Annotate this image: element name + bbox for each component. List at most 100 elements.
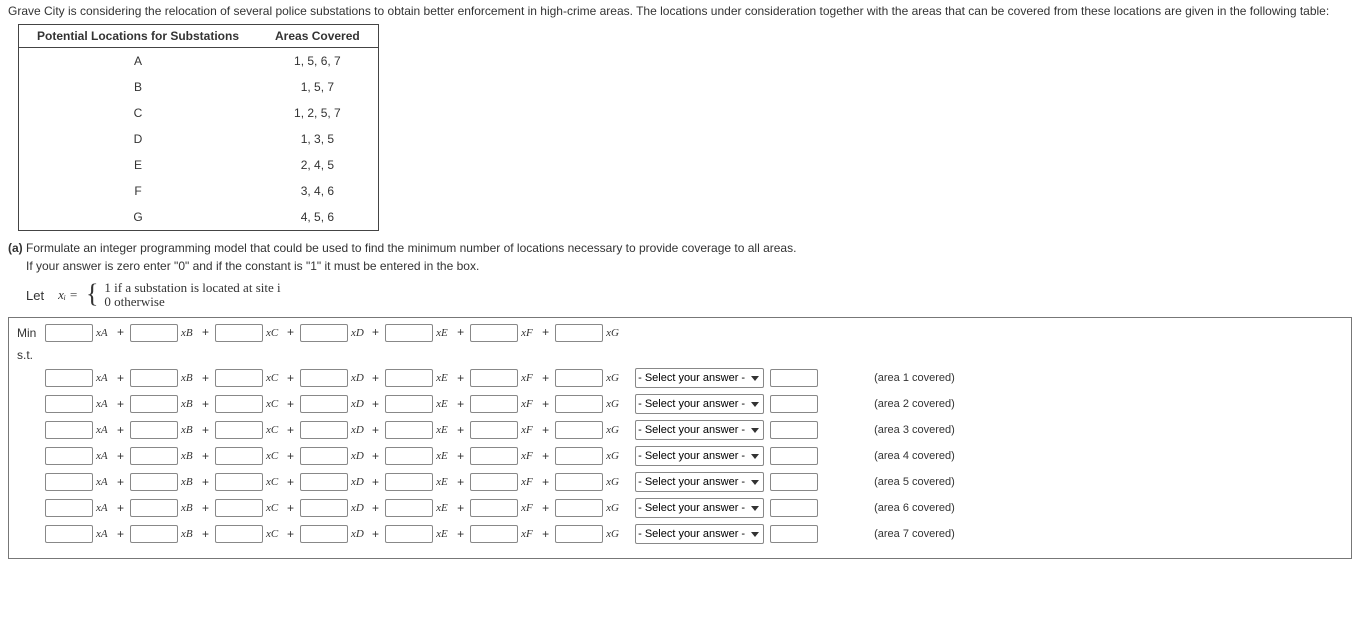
relation-select[interactable]: - Select your answer -	[635, 472, 764, 492]
cell-areas: 1, 3, 5	[257, 126, 378, 152]
relation-select[interactable]: - Select your answer -	[635, 368, 764, 388]
coef-input[interactable]	[215, 525, 263, 543]
relation-select[interactable]: - Select your answer -	[635, 420, 764, 440]
coef-input[interactable]	[555, 525, 603, 543]
coef-input[interactable]	[555, 369, 603, 387]
plus-sign: +	[287, 449, 294, 463]
constraint-row: xA+xB+xC+xD+xE+xF+xG- Select your answer…	[17, 524, 1343, 544]
area-label: (area 2 covered)	[874, 398, 955, 410]
coef-input[interactable]	[385, 499, 433, 517]
coef-input[interactable]	[470, 447, 518, 465]
rhs-input[interactable]	[770, 525, 818, 543]
coef-input[interactable]	[215, 369, 263, 387]
coef-input[interactable]	[300, 395, 348, 413]
coef-input[interactable]	[470, 499, 518, 517]
coef-input[interactable]	[300, 525, 348, 543]
coef-input[interactable]	[385, 447, 433, 465]
constraint-row: xA+xB+xC+xD+xE+xF+xG- Select your answer…	[17, 472, 1343, 492]
coef-input[interactable]	[300, 369, 348, 387]
coef-input[interactable]	[45, 395, 93, 413]
table-row: A1, 5, 6, 7	[19, 48, 379, 75]
coef-input[interactable]	[470, 395, 518, 413]
area-label: (area 7 covered)	[874, 528, 955, 540]
coef-input[interactable]	[385, 525, 433, 543]
var-label: xD	[351, 424, 369, 436]
coef-input[interactable]	[215, 499, 263, 517]
coef-input[interactable]	[385, 324, 433, 342]
coef-input[interactable]	[215, 421, 263, 439]
var-label: xB	[181, 424, 199, 436]
var-label: xF	[521, 372, 539, 384]
relation-select[interactable]: - Select your answer -	[635, 394, 764, 414]
coef-input[interactable]	[215, 447, 263, 465]
var-label: xE	[436, 528, 454, 540]
coef-input[interactable]	[300, 499, 348, 517]
coef-input[interactable]	[130, 447, 178, 465]
coef-input[interactable]	[300, 421, 348, 439]
area-label: (area 3 covered)	[874, 424, 955, 436]
relation-select[interactable]: - Select your answer -	[635, 446, 764, 466]
var-label: xA	[96, 502, 114, 514]
coef-input[interactable]	[300, 447, 348, 465]
rhs-input[interactable]	[770, 395, 818, 413]
var-label: xB	[181, 450, 199, 462]
var-label: xG	[606, 476, 624, 488]
coef-input[interactable]	[385, 395, 433, 413]
coef-input[interactable]	[555, 421, 603, 439]
coef-input[interactable]	[130, 421, 178, 439]
rhs-input[interactable]	[770, 369, 818, 387]
coef-input[interactable]	[555, 395, 603, 413]
coef-input[interactable]	[555, 499, 603, 517]
coef-input[interactable]	[470, 421, 518, 439]
var-label: xG	[606, 528, 624, 540]
coef-input[interactable]	[130, 525, 178, 543]
relation-select[interactable]: - Select your answer -	[635, 524, 764, 544]
coef-input[interactable]	[385, 369, 433, 387]
coef-input[interactable]	[470, 473, 518, 491]
relation-select[interactable]: - Select your answer -	[635, 498, 764, 518]
coef-input[interactable]	[555, 473, 603, 491]
coef-input[interactable]	[385, 421, 433, 439]
coef-input[interactable]	[470, 324, 518, 342]
coef-input[interactable]	[45, 369, 93, 387]
coef-input[interactable]	[555, 324, 603, 342]
plus-sign: +	[287, 397, 294, 411]
plus-sign: +	[202, 475, 209, 489]
coef-input[interactable]	[470, 369, 518, 387]
coef-input[interactable]	[45, 473, 93, 491]
coef-input[interactable]	[130, 324, 178, 342]
cell-areas: 1, 5, 7	[257, 74, 378, 100]
coef-input[interactable]	[215, 324, 263, 342]
plus-sign: +	[202, 397, 209, 411]
coef-input[interactable]	[470, 525, 518, 543]
rhs-input[interactable]	[770, 421, 818, 439]
table-row: D1, 3, 5	[19, 126, 379, 152]
coef-input[interactable]	[45, 421, 93, 439]
cell-location: D	[19, 126, 258, 152]
plus-sign: +	[117, 527, 124, 541]
var-label: xC	[266, 450, 284, 462]
coef-input[interactable]	[300, 324, 348, 342]
coef-input[interactable]	[555, 447, 603, 465]
plus-sign: +	[372, 325, 379, 339]
plus-sign: +	[372, 475, 379, 489]
cell-location: B	[19, 74, 258, 100]
coef-input[interactable]	[45, 324, 93, 342]
coef-input[interactable]	[130, 369, 178, 387]
coef-input[interactable]	[130, 395, 178, 413]
rhs-input[interactable]	[770, 473, 818, 491]
st-label: s.t.	[17, 348, 45, 362]
coef-input[interactable]	[45, 447, 93, 465]
rhs-input[interactable]	[770, 447, 818, 465]
coef-input[interactable]	[215, 473, 263, 491]
coef-input[interactable]	[130, 473, 178, 491]
plus-sign: +	[542, 397, 549, 411]
coef-input[interactable]	[130, 499, 178, 517]
coef-input[interactable]	[45, 499, 93, 517]
coef-input[interactable]	[385, 473, 433, 491]
rhs-input[interactable]	[770, 499, 818, 517]
coef-input[interactable]	[300, 473, 348, 491]
coef-input[interactable]	[45, 525, 93, 543]
var-label: xD	[351, 502, 369, 514]
coef-input[interactable]	[215, 395, 263, 413]
